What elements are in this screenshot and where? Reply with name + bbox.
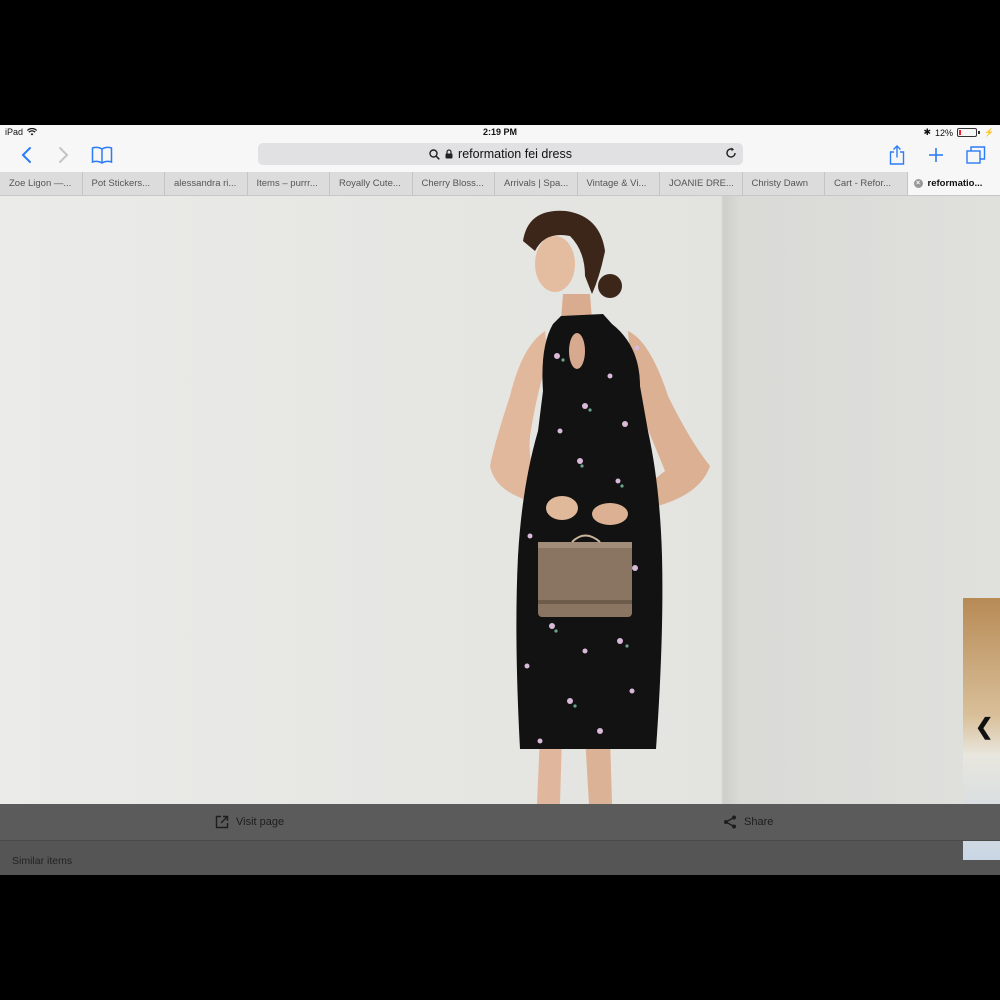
tab[interactable]: alessandra ri... xyxy=(165,172,248,195)
tab[interactable]: Items – purrr... xyxy=(248,172,330,195)
lock-icon xyxy=(445,149,453,159)
bookmarks-button[interactable] xyxy=(90,143,114,167)
tab-label: reformatio... xyxy=(927,178,983,189)
ipad-screen: iPad 2:19 PM ✱ 12% ⚡ reformation fei dre… xyxy=(0,125,1000,875)
chevron-left-icon[interactable]: ❮ xyxy=(975,714,993,740)
battery-level xyxy=(959,130,961,135)
reload-button[interactable] xyxy=(725,147,737,162)
tab[interactable]: Cherry Bloss... xyxy=(413,172,495,195)
battery-icon xyxy=(957,128,978,137)
browser-toolbar: reformation fei dress xyxy=(0,140,1000,170)
tab-label: Pot Stickers... xyxy=(91,178,151,189)
plus-icon xyxy=(929,148,943,162)
product-photo[interactable] xyxy=(0,196,1000,804)
tab-bar: Zoe Ligon —... Pot Stickers... alessandra … xyxy=(0,172,1000,196)
image-viewer: ❮ Visit page Share Similar items xyxy=(0,196,1000,875)
tab-label: Royally Cute... xyxy=(339,178,401,189)
close-tab-icon[interactable]: × xyxy=(913,179,923,188)
image-action-bar: Visit page Share xyxy=(0,804,1000,841)
tab-label: Cart - Refor... xyxy=(834,178,892,189)
tab[interactable]: Pot Stickers... xyxy=(83,172,165,195)
tab[interactable]: Arrivals | Spa... xyxy=(495,172,578,195)
share-nodes-icon xyxy=(724,815,736,829)
tab[interactable]: Christy Dawn xyxy=(743,172,825,195)
tab-label: Zoe Ligon —... xyxy=(9,178,72,189)
share-image-button[interactable]: Share xyxy=(723,815,773,829)
tab-active[interactable]: × reformatio... xyxy=(907,172,1000,195)
tabs-overview-button[interactable] xyxy=(964,143,988,167)
back-button[interactable] xyxy=(14,143,38,167)
url-text: reformation fei dress xyxy=(458,147,572,161)
tab[interactable]: Zoe Ligon —... xyxy=(0,172,83,195)
tab-label: alessandra ri... xyxy=(174,178,237,189)
chevron-left-icon xyxy=(21,147,31,163)
status-bar: iPad 2:19 PM ✱ 12% ⚡ xyxy=(0,125,1000,140)
address-bar[interactable]: reformation fei dress xyxy=(258,143,743,165)
tab[interactable]: Vintage & Vi... xyxy=(578,172,660,195)
battery-percent: 12% xyxy=(935,127,954,138)
tab[interactable]: Cart - Refor... xyxy=(825,172,908,195)
model-illustration xyxy=(490,210,710,804)
charging-icon: ⚡ xyxy=(984,128,994,137)
tab-label: Cherry Bloss... xyxy=(421,178,484,189)
tabs-icon xyxy=(966,146,986,164)
tab[interactable]: JOANIE DRE... xyxy=(660,172,743,195)
chevron-right-icon xyxy=(59,147,69,163)
tab-label: Vintage & Vi... xyxy=(586,178,647,189)
external-link-icon xyxy=(215,815,229,829)
share-button[interactable] xyxy=(885,143,909,167)
search-icon xyxy=(429,148,440,160)
tab-label: Arrivals | Spa... xyxy=(504,178,569,189)
tab-label: JOANIE DRE... xyxy=(669,178,734,189)
bluetooth-icon: ✱ xyxy=(923,127,932,137)
visit-page-label: Visit page xyxy=(236,816,285,828)
share-label: Share xyxy=(744,816,774,828)
similar-items-heading: Similar items xyxy=(12,855,73,867)
forward-button[interactable] xyxy=(52,143,76,167)
tab[interactable]: Royally Cute... xyxy=(330,172,413,195)
book-icon xyxy=(91,146,113,164)
tab-label: Christy Dawn xyxy=(751,178,809,189)
tab-label: Items – purrr... xyxy=(256,178,318,189)
visit-page-button[interactable]: Visit page xyxy=(215,815,284,829)
reload-icon xyxy=(726,147,736,158)
clock: 2:19 PM xyxy=(482,127,517,137)
share-icon xyxy=(889,145,905,165)
new-tab-button[interactable] xyxy=(924,143,948,167)
